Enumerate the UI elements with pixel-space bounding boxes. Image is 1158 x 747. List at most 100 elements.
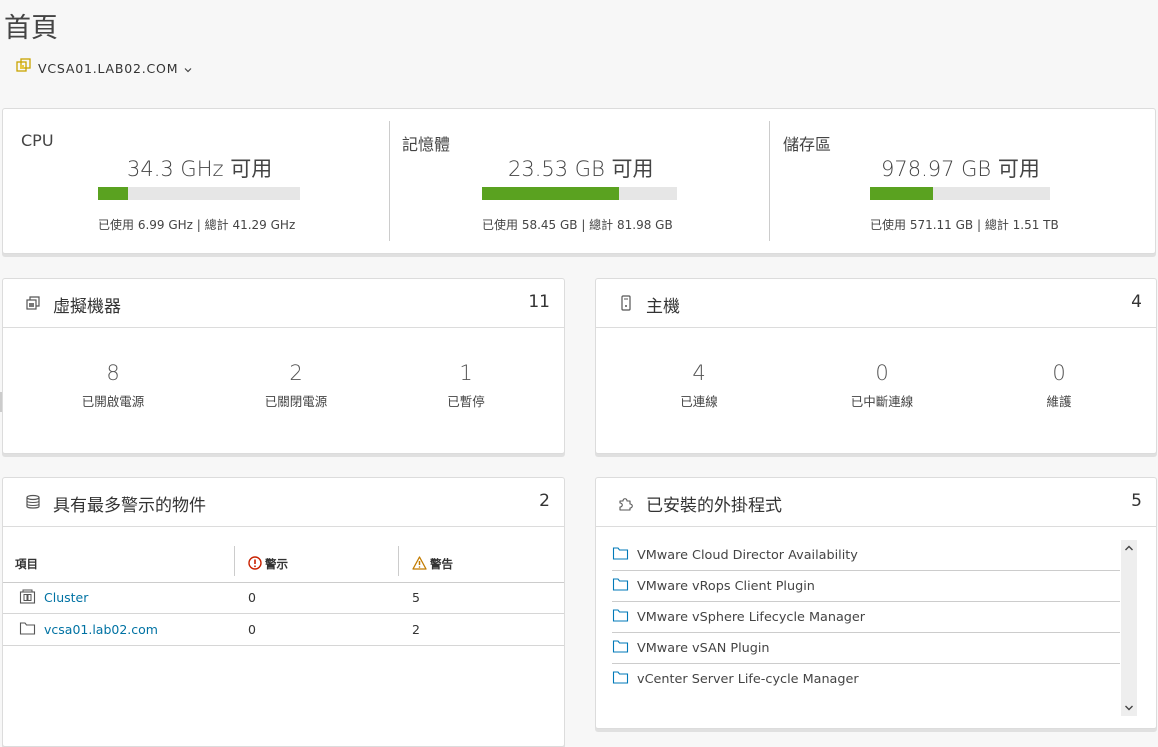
- column-header-alerts[interactable]: 警示: [248, 546, 288, 582]
- cpu-detail: 已使用 6.99 GHz | 總計 41.29 GHz: [98, 218, 296, 232]
- memory-label: 記憶體: [402, 135, 451, 154]
- scroll-up-button[interactable]: [1121, 540, 1137, 556]
- plugin-name: vCenter Server Life-cycle Manager: [637, 671, 859, 687]
- plugins-scrollbar[interactable]: [1121, 540, 1137, 716]
- cpu-usage-fill: [98, 187, 129, 200]
- column-separator[interactable]: [398, 546, 399, 576]
- plugin-item[interactable]: VMware Cloud Director Availability: [612, 540, 1120, 571]
- plugin-name: VMware vSAN Plugin: [637, 640, 770, 656]
- stat-value: 0: [875, 361, 889, 385]
- host-icon: [618, 295, 634, 315]
- stat-label: 維護: [1046, 394, 1072, 409]
- column-header-item[interactable]: 項目: [15, 546, 38, 582]
- plugins-card-header: 已安裝的外掛程式 5: [596, 478, 1156, 527]
- hosts-card-header: 主機 4: [596, 279, 1156, 328]
- object-link[interactable]: vcsa01.lab02.com: [44, 622, 158, 637]
- folder-icon: [612, 639, 629, 657]
- vms-card-header: 虛擬機器 11: [3, 279, 564, 328]
- plugins-count: 5: [1131, 491, 1142, 511]
- plugin-name: VMware vSphere Lifecycle Manager: [637, 609, 866, 625]
- memory-usage-fill: [482, 187, 619, 200]
- plugin-item[interactable]: VMware vRops Client Plugin: [612, 571, 1120, 602]
- plugin-name: VMware Cloud Director Availability: [637, 547, 858, 563]
- stat-value: 2: [289, 361, 303, 385]
- vms-card: 虛擬機器 11 8 已開啟電源 2 已關閉電源 1 已暫停: [2, 278, 565, 454]
- scroll-down-button[interactable]: [1121, 700, 1137, 716]
- column-header-warnings[interactable]: 警告: [412, 546, 453, 582]
- vm-icon: [25, 295, 41, 315]
- alarms-card: 具有最多警示的物件 2 項目 警示 警告 Cluster 0 5 vcsa01.…: [2, 477, 565, 747]
- vms-powered-off[interactable]: 2 已關閉電源: [216, 361, 376, 410]
- alarms-card-header: 具有最多警示的物件 2: [3, 478, 564, 527]
- chevron-up-icon: [1125, 545, 1133, 551]
- plugin-item[interactable]: VMware vSAN Plugin: [612, 633, 1120, 664]
- folder-icon: [612, 670, 629, 688]
- divider: [389, 121, 390, 241]
- vcenter-name: VCSA01.LAB02.COM: [38, 60, 179, 76]
- vms-title[interactable]: 虛擬機器: [53, 292, 121, 317]
- vms-powered-on[interactable]: 8 已開啟電源: [33, 361, 193, 410]
- storage-usage-bar: [870, 187, 1050, 200]
- alert-icon: [248, 555, 262, 573]
- alerts-cell: 0: [248, 590, 256, 605]
- table-row: vcsa01.lab02.com 0 2: [3, 614, 564, 646]
- stat-label: 已中斷連線: [850, 394, 914, 409]
- plugin-item[interactable]: vCenter Server Life-cycle Manager: [612, 664, 1120, 694]
- plugin-item[interactable]: VMware vSphere Lifecycle Manager: [612, 602, 1120, 633]
- stat-label: 已暫停: [447, 394, 485, 409]
- folder-icon: [612, 546, 629, 564]
- folder-icon: [612, 577, 629, 595]
- hosts-card: 主機 4 4 已連線 0 已中斷連線 0 維護: [595, 278, 1157, 454]
- hosts-connected[interactable]: 4 已連線: [619, 361, 779, 410]
- chevron-down-icon: [184, 59, 192, 78]
- cpu-free: 34.3 GHz 可用: [127, 157, 273, 181]
- vcenter-icon: [16, 58, 32, 78]
- stat-value: 8: [106, 361, 120, 385]
- vms-suspended[interactable]: 1 已暫停: [386, 361, 546, 410]
- hosts-count: 4: [1131, 292, 1142, 312]
- alerts-cell: 0: [248, 622, 256, 637]
- memory-free: 23.53 GB 可用: [508, 157, 654, 181]
- cluster-icon: [19, 589, 36, 607]
- vms-count: 11: [528, 292, 550, 312]
- divider: [769, 121, 770, 241]
- hosts-maintenance[interactable]: 0 維護: [979, 361, 1139, 410]
- folder-icon: [612, 608, 629, 626]
- vcenter-selector[interactable]: VCSA01.LAB02.COM: [16, 58, 192, 78]
- warnings-cell: 5: [412, 590, 420, 605]
- plugin-list: VMware Cloud Director Availability VMwar…: [612, 540, 1120, 694]
- capacity-card: CPU 34.3 GHz 可用 已使用 6.99 GHz | 總計 41.29 …: [2, 108, 1156, 254]
- object-link[interactable]: Cluster: [44, 590, 88, 605]
- storage-detail: 已使用 571.11 GB | 總計 1.51 TB: [870, 218, 1059, 232]
- storage-usage-fill: [870, 187, 933, 200]
- memory-usage-bar: [482, 187, 677, 200]
- hosts-title[interactable]: 主機: [646, 292, 680, 317]
- chevron-down-icon: [1125, 705, 1133, 711]
- cpu-usage-bar: [98, 187, 300, 200]
- storage-label: 儲存區: [783, 135, 832, 154]
- cpu-label: CPU: [21, 131, 54, 150]
- storage-free: 978.97 GB 可用: [881, 157, 1040, 181]
- plugins-title: 已安裝的外掛程式: [646, 496, 782, 516]
- table-row: Cluster 0 5: [3, 582, 564, 614]
- column-label: 警示: [265, 557, 288, 571]
- table-header: 項目 警示 警告: [3, 546, 564, 583]
- stat-value: 1: [459, 361, 473, 385]
- alarms-count: 2: [539, 491, 550, 511]
- plugins-card: 已安裝的外掛程式 5 VMware Cloud Director Availab…: [595, 477, 1157, 729]
- puzzle-icon: [618, 494, 635, 515]
- hosts-disconnected[interactable]: 0 已中斷連線: [802, 361, 962, 410]
- stat-label: 已連線: [680, 394, 718, 409]
- column-label: 項目: [15, 557, 38, 571]
- stat-label: 已關閉電源: [264, 394, 328, 409]
- folder-icon: [19, 621, 36, 638]
- column-label: 警告: [430, 557, 453, 571]
- database-icon: [25, 494, 41, 514]
- warning-icon: [412, 555, 427, 573]
- warnings-cell: 2: [412, 622, 420, 637]
- column-separator[interactable]: [234, 546, 235, 576]
- alarms-title: 具有最多警示的物件: [53, 496, 206, 516]
- stat-value: 0: [1052, 361, 1066, 385]
- stat-value: 4: [692, 361, 706, 385]
- page-title: 首頁: [4, 13, 58, 44]
